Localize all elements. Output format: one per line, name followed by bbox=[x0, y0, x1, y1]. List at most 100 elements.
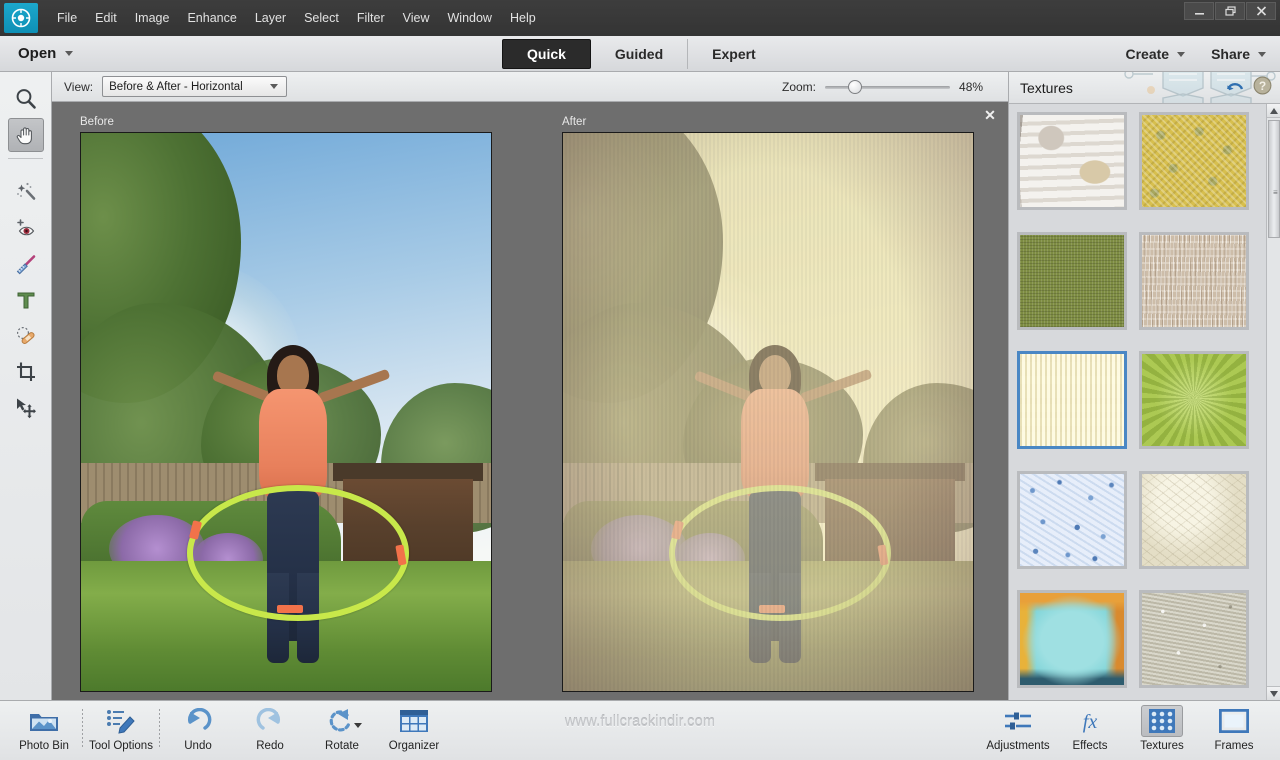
menu-item-enhance[interactable]: Enhance bbox=[178, 7, 245, 29]
menu-item-window[interactable]: Window bbox=[439, 7, 501, 29]
scroll-down-arrow-icon[interactable] bbox=[1267, 686, 1280, 700]
taskbar-button-tool-options[interactable]: Tool Options bbox=[85, 705, 157, 752]
share-button[interactable]: Share bbox=[1211, 46, 1266, 62]
mode-tabs: Quick Guided Expert bbox=[502, 39, 780, 69]
girl-subject bbox=[563, 133, 973, 691]
minimize-button[interactable] bbox=[1184, 2, 1214, 20]
mode-tab-guided[interactable]: Guided bbox=[591, 39, 689, 69]
scrollbar-thumb[interactable]: ≡ bbox=[1268, 120, 1280, 238]
hand-tool[interactable] bbox=[7, 118, 44, 152]
close-preview-button[interactable]: ✕ bbox=[982, 107, 998, 123]
photo-bin-icon bbox=[23, 705, 65, 737]
texture-swatch-grid[interactable] bbox=[1009, 104, 1267, 700]
taskbar-button-undo[interactable]: Undo bbox=[162, 705, 234, 752]
redo-arrow-icon bbox=[249, 705, 291, 737]
menu-item-layer[interactable]: Layer bbox=[246, 7, 295, 29]
taskbar-button-frames[interactable]: Frames bbox=[1198, 705, 1270, 752]
taskbar-label: Undo bbox=[184, 740, 212, 752]
taskbar-label: Textures bbox=[1140, 740, 1184, 752]
svg-text:?: ? bbox=[1259, 79, 1266, 93]
move-tool[interactable] bbox=[8, 391, 44, 425]
texture-swatch-blue-speckle[interactable] bbox=[1017, 470, 1127, 569]
zoom-value: 48% bbox=[959, 79, 984, 94]
image-canvas[interactable]: Before After ✕ bbox=[52, 102, 1008, 700]
quick-selection-tool[interactable] bbox=[8, 175, 44, 209]
taskbar-label: Redo bbox=[256, 740, 284, 752]
taskbar-left-group: Photo Bin Tool Options Undo Redo Rotate Organ… bbox=[8, 705, 450, 752]
texture-swatch-peeling-white-paint[interactable] bbox=[1017, 112, 1127, 210]
create-button[interactable]: Create bbox=[1125, 46, 1186, 62]
texture-swatch-cream-vertical-stripe[interactable] bbox=[1017, 351, 1127, 450]
scrollbar-grip-icon: ≡ bbox=[1273, 188, 1278, 197]
close-button[interactable] bbox=[1246, 2, 1276, 20]
texture-preview-peeling-white-paint bbox=[1020, 115, 1124, 207]
taskbar-label: Effects bbox=[1072, 740, 1108, 752]
after-image[interactable] bbox=[562, 132, 974, 692]
texture-swatch-yellow-dotted-weave[interactable] bbox=[1139, 112, 1249, 210]
menu-item-select[interactable]: Select bbox=[295, 7, 348, 29]
menu-item-image[interactable]: Image bbox=[126, 7, 179, 29]
open-label: Open bbox=[18, 45, 57, 62]
zoom-label: Zoom: bbox=[782, 79, 817, 94]
taskbar-label: Rotate bbox=[325, 740, 359, 752]
texture-preview-cream-vertical-stripe bbox=[1020, 354, 1124, 447]
view-mode-select[interactable]: Before & After - Horizontal bbox=[102, 76, 288, 97]
scroll-up-arrow-icon[interactable] bbox=[1267, 104, 1280, 118]
menu-item-view[interactable]: View bbox=[394, 7, 439, 29]
zoom-slider-handle[interactable] bbox=[847, 79, 862, 94]
taskbar-button-adjustments[interactable]: Adjustments bbox=[982, 705, 1054, 752]
svg-text:fx: fx bbox=[1083, 711, 1098, 733]
before-image[interactable] bbox=[80, 132, 492, 692]
menu-item-filter[interactable]: Filter bbox=[348, 7, 394, 29]
whiten-teeth-tool[interactable] bbox=[8, 247, 44, 281]
texture-swatch-beige-fiber[interactable] bbox=[1139, 231, 1249, 330]
mode-tab-quick[interactable]: Quick bbox=[502, 39, 591, 69]
window-controls bbox=[1184, 2, 1276, 20]
mode-tab-expert[interactable]: Expert bbox=[688, 39, 780, 69]
rotate-icon bbox=[321, 705, 363, 737]
menu-item-file[interactable]: File bbox=[48, 7, 86, 29]
red-eye-tool[interactable] bbox=[8, 211, 44, 245]
chevron-down-icon bbox=[1177, 51, 1186, 57]
texture-swatch-stucco-grey[interactable] bbox=[1139, 590, 1249, 689]
zoom-slider[interactable] bbox=[825, 79, 951, 94]
type-tool[interactable] bbox=[8, 283, 44, 317]
texture-swatch-green-sunburst[interactable] bbox=[1139, 351, 1249, 450]
taskbar-label: Photo Bin bbox=[19, 740, 69, 752]
taskbar-button-redo[interactable]: Redo bbox=[234, 705, 306, 752]
restore-button[interactable] bbox=[1215, 2, 1245, 20]
hoop-segment bbox=[277, 605, 303, 613]
fx-icon: fx bbox=[1069, 705, 1111, 737]
menu-item-help[interactable]: Help bbox=[501, 7, 545, 29]
girl-shirt bbox=[741, 389, 809, 499]
textures-panel: Textures ? ≡ bbox=[1008, 72, 1280, 700]
panel-scrollbar[interactable]: ≡ bbox=[1266, 104, 1280, 700]
edit-tools-group bbox=[0, 165, 51, 425]
frame-icon bbox=[1213, 705, 1255, 737]
create-label: Create bbox=[1125, 46, 1170, 62]
open-button[interactable]: Open bbox=[18, 45, 74, 62]
texture-swatch-green-canvas[interactable] bbox=[1017, 231, 1127, 330]
textures-grid-icon bbox=[1141, 705, 1183, 737]
texture-swatch-beige-parchment[interactable] bbox=[1139, 470, 1249, 569]
taskbar-button-organizer[interactable]: Organizer bbox=[378, 705, 450, 752]
create-share-group: Create Share bbox=[1125, 36, 1266, 72]
spot-healing-tool[interactable] bbox=[8, 319, 44, 353]
texture-preview-stucco-grey bbox=[1142, 593, 1246, 686]
taskbar-button-textures[interactable]: Textures bbox=[1126, 705, 1198, 752]
sliders-icon bbox=[997, 705, 1039, 737]
chevron-down-icon[interactable] bbox=[354, 723, 362, 728]
reset-arrow-icon[interactable] bbox=[1225, 76, 1245, 99]
tools-panel bbox=[0, 72, 52, 700]
texture-preview-turquoise-grunge bbox=[1020, 593, 1124, 686]
crop-tool[interactable] bbox=[8, 355, 44, 389]
zoom-tool[interactable] bbox=[8, 82, 44, 116]
taskbar-label: Frames bbox=[1214, 740, 1254, 752]
taskbar-button-photo-bin[interactable]: Photo Bin bbox=[8, 705, 80, 752]
menu-item-edit[interactable]: Edit bbox=[86, 7, 126, 29]
taskbar-button-rotate[interactable]: Rotate bbox=[306, 705, 378, 752]
taskbar-button-effects[interactable]: fx Effects bbox=[1054, 705, 1126, 752]
help-question-icon[interactable]: ? bbox=[1253, 76, 1272, 100]
texture-swatch-turquoise-grunge[interactable] bbox=[1017, 590, 1127, 689]
texture-preview-blue-speckle bbox=[1020, 473, 1124, 566]
